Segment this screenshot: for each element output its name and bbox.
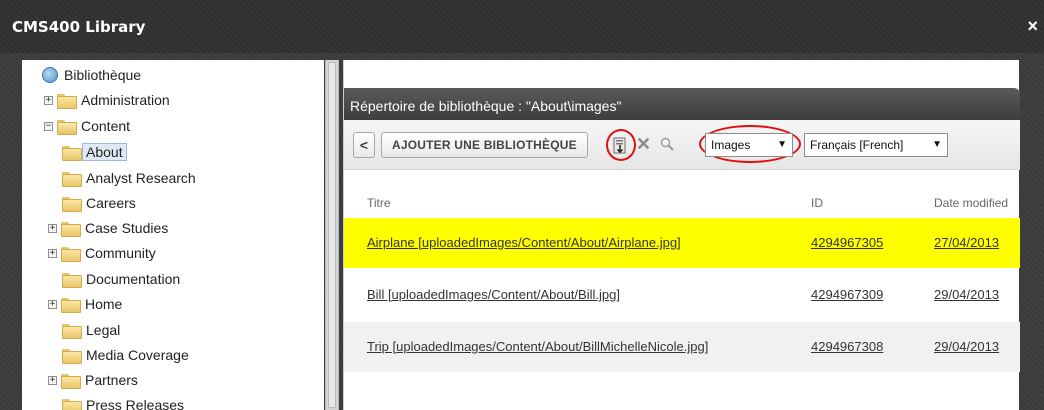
delete-icon[interactable]: ✕ [636,135,652,153]
chevron-down-icon: ▼ [777,139,787,150]
folder-icon [62,196,82,212]
row-date-link[interactable]: 29/04/2013 [934,339,999,354]
tree-item-administration[interactable]: + Administration [44,89,170,111]
tree-scrollbar[interactable] [325,60,339,410]
folder-icon [62,348,82,364]
row-id-link[interactable]: 4294967309 [811,287,883,302]
table-header: Titre ID Date modified [344,188,1020,218]
tree-item-home[interactable]: + Home [48,293,122,315]
tree-item-label: Case Studies [85,220,169,236]
tree-item-label: Documentation [86,271,181,287]
panel-header: Répertoire de bibliothèque : "About\imag… [344,88,1020,120]
library-icon [42,67,58,83]
folder-icon [62,171,82,187]
tree-item-label: Content [81,118,131,134]
back-button[interactable]: < [353,132,375,158]
tree-item-label: Analyst Research [86,170,196,186]
tree-item-label: About [82,143,127,161]
tree-item-media-coverage[interactable]: Media Coverage [62,344,189,366]
folder-icon [62,272,82,288]
row-title-link[interactable]: Bill [uploadedImages/Content/About/Bill.… [367,287,620,302]
add-library-button[interactable]: AJOUTER UNE BIBLIOTHÈQUE [381,132,588,158]
folder-icon [61,373,81,389]
file-type-select-value: Images [711,138,751,152]
tree-item-label: Home [85,296,123,312]
table-row[interactable]: Trip [uploadedImages/Content/About/BillM… [344,322,1020,372]
tree-item-case-studies[interactable]: + Case Studies [48,217,168,239]
folder-icon [57,93,77,109]
row-title-link[interactable]: Trip [uploadedImages/Content/About/BillM… [367,339,708,354]
folder-icon [61,221,81,237]
tree-item-label: Administration [81,92,170,108]
scrollbar-thumb[interactable] [328,62,336,408]
close-icon[interactable]: × [1027,16,1038,37]
column-header-date-modified[interactable]: Date modified [934,196,1008,210]
folder-icon [61,246,81,262]
collapse-icon[interactable]: − [44,121,53,131]
tree-item-partners[interactable]: + Partners [48,369,138,391]
file-type-select[interactable]: Images ▼ [705,133,793,157]
tree-root[interactable]: Bibliothèque [42,64,141,86]
table-row[interactable]: Bill [uploadedImages/Content/About/Bill.… [344,270,1020,320]
folder-icon [61,297,81,313]
window-title: CMS400 Library [12,18,146,36]
row-id-link[interactable]: 4294967305 [811,235,883,250]
panel-toolbar: < AJOUTER UNE BIBLIOTHÈQUE ✕ Images ▼ Fr… [344,120,1020,170]
tree-item-label: Media Coverage [86,347,189,363]
language-select-value: Français [French] [810,138,904,152]
expand-icon[interactable]: + [48,223,57,233]
expand-icon[interactable]: + [48,375,57,385]
tree-item-documentation[interactable]: Documentation [62,268,180,290]
tree-item-about[interactable]: About [62,141,127,163]
column-header-id[interactable]: ID [811,196,823,210]
library-tree: Bibliothèque + Administration − Content … [22,60,324,410]
expand-icon[interactable]: + [44,95,53,105]
language-select[interactable]: Français [French] ▼ [804,133,948,157]
chevron-down-icon: ▼ [932,139,942,150]
row-date-link[interactable]: 29/04/2013 [934,287,999,302]
tree-item-label: Careers [86,195,136,211]
tree-item-press-releases[interactable]: Press Releases [62,394,184,410]
tree-item-analyst-research[interactable]: Analyst Research [62,167,196,189]
folder-icon [62,323,82,339]
expand-icon[interactable]: + [48,299,57,309]
table-row[interactable]: Airplane [uploadedImages/Content/About/A… [344,218,1020,268]
window-titlebar: CMS400 Library × [0,0,1044,53]
row-id-link[interactable]: 4294967308 [811,339,883,354]
tree-root-label: Bibliothèque [64,67,142,83]
folder-icon [62,145,82,161]
search-icon[interactable] [660,137,674,151]
tree-item-community[interactable]: + Community [48,242,156,264]
row-date-link[interactable]: 27/04/2013 [934,235,999,250]
tree-item-label: Press Releases [86,397,185,410]
column-header-title[interactable]: Titre [367,196,391,210]
dialog-body: Bibliothèque + Administration − Content … [0,53,1044,410]
expand-icon[interactable]: + [48,248,57,258]
tree-item-label: Partners [85,372,138,388]
tree-item-careers[interactable]: Careers [62,192,136,214]
tree-item-content[interactable]: − Content [44,115,130,137]
tree-item-label: Legal [86,322,121,338]
row-title-link[interactable]: Airplane [uploadedImages/Content/About/A… [367,235,681,250]
folder-open-icon [57,119,77,135]
tree-item-legal[interactable]: Legal [62,319,120,341]
tree-item-label: Community [85,245,156,261]
library-content-panel: Répertoire de bibliothèque : "About\imag… [343,60,1020,410]
upload-file-icon[interactable] [613,137,627,154]
folder-icon [62,398,82,410]
